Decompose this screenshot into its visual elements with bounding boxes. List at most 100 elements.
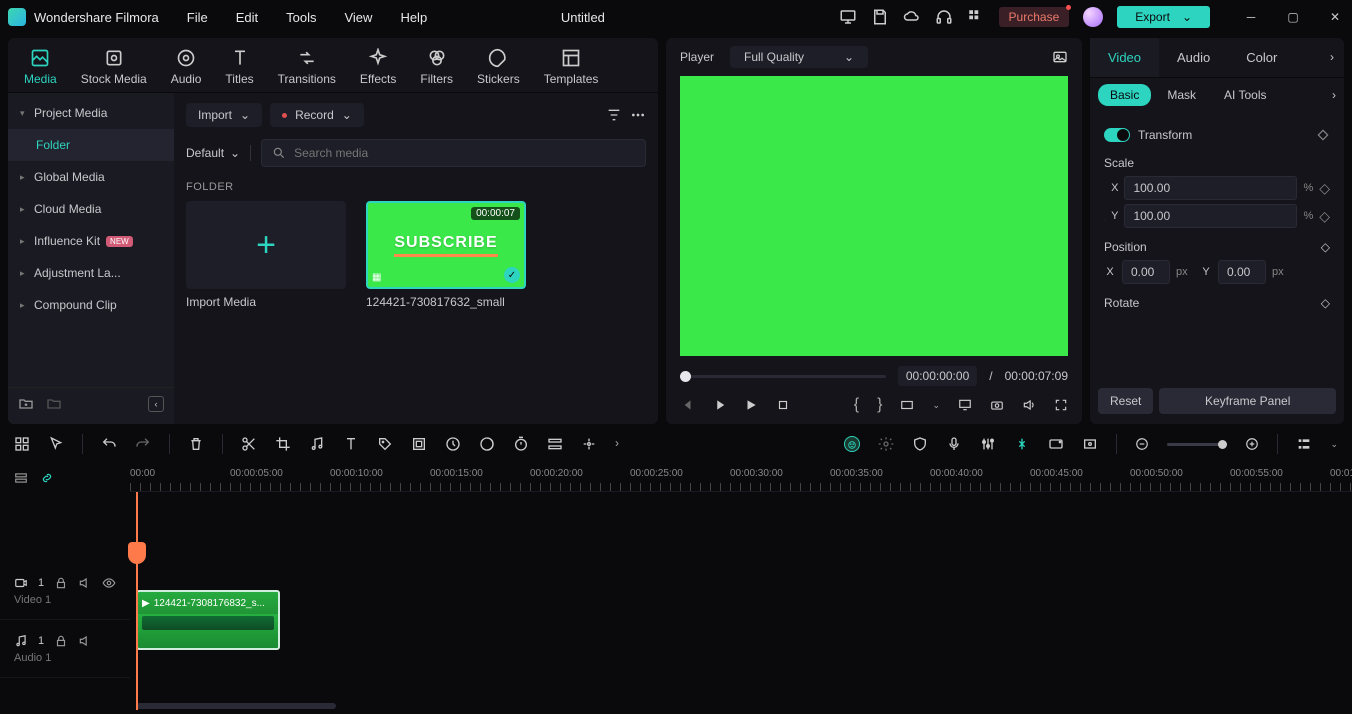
view-list-icon[interactable]	[1296, 436, 1312, 452]
crop-icon[interactable]	[275, 436, 291, 452]
transform-toggle[interactable]	[1104, 128, 1130, 142]
timeline-tracks[interactable]: ▶124421-7308176832_s...	[130, 492, 1352, 710]
keyframe-diamond-icon[interactable]: ◇	[1321, 240, 1330, 254]
nav-project-media[interactable]: ▾Project Media	[8, 97, 174, 129]
lock-icon[interactable]	[1104, 209, 1105, 223]
keyframe-diamond-icon[interactable]: ◇	[1321, 296, 1330, 310]
zoom-out-icon[interactable]	[1135, 437, 1149, 451]
export-button[interactable]: Export⌄	[1117, 6, 1210, 28]
nav-influence-kit[interactable]: ▸Influence KitNEW	[8, 225, 174, 257]
media-clip-thumbnail[interactable]: SUBSCRIBE 00:00:07 ▦ ✓	[366, 201, 526, 289]
shield-icon[interactable]	[912, 436, 928, 452]
tab-audio[interactable]: Audio	[159, 42, 214, 92]
display-icon[interactable]	[958, 398, 972, 412]
mixer-icon[interactable]	[980, 436, 996, 452]
menu-edit[interactable]: Edit	[236, 10, 258, 25]
lock-icon[interactable]	[54, 634, 68, 648]
keyframe-diamond-icon[interactable]: ◇	[1319, 208, 1330, 225]
video-preview[interactable]	[680, 76, 1068, 356]
menu-view[interactable]: View	[344, 10, 372, 25]
render-icon[interactable]	[1048, 436, 1064, 452]
subtab-basic[interactable]: Basic	[1098, 84, 1151, 106]
menu-tools[interactable]: Tools	[286, 10, 316, 25]
record-dropdown[interactable]: Record⌄	[270, 103, 364, 127]
marker-icon[interactable]	[1082, 436, 1098, 452]
scale-y-input[interactable]	[1124, 204, 1297, 228]
nav-global-media[interactable]: ▸Global Media	[8, 161, 174, 193]
apps-icon[interactable]	[967, 8, 985, 26]
scrollbar-thumb[interactable]	[136, 703, 336, 709]
collapse-sidebar-icon[interactable]: ‹	[148, 396, 164, 412]
add-folder-icon[interactable]	[18, 396, 34, 412]
prop-tab-more-icon[interactable]: ›	[1320, 38, 1344, 77]
scrub-slider[interactable]	[680, 375, 886, 378]
eye-icon[interactable]	[102, 576, 116, 590]
mute-icon[interactable]	[78, 576, 92, 590]
snapshot-icon[interactable]	[1052, 49, 1068, 65]
purchase-button[interactable]: Purchase	[999, 7, 1070, 27]
video-track-header[interactable]: 1 Video 1	[0, 562, 130, 620]
minimize-icon[interactable]: ─	[1242, 8, 1260, 26]
camera-icon[interactable]	[990, 398, 1004, 412]
tag-icon[interactable]	[377, 436, 393, 452]
cloud-icon[interactable]	[903, 8, 921, 26]
frame-icon[interactable]	[411, 436, 427, 452]
music-icon[interactable]	[309, 436, 325, 452]
mark-in-icon[interactable]: {	[854, 396, 859, 414]
tab-transitions[interactable]: Transitions	[266, 42, 348, 92]
new-bin-icon[interactable]	[46, 396, 62, 412]
split-icon[interactable]	[241, 436, 257, 452]
filter-icon[interactable]	[606, 107, 622, 123]
nav-cloud-media[interactable]: ▸Cloud Media	[8, 193, 174, 225]
tab-titles[interactable]: Titles	[213, 42, 265, 92]
headphones-icon[interactable]	[935, 8, 953, 26]
chevron-down-icon[interactable]: ⌄	[932, 400, 940, 411]
quality-dropdown[interactable]: Full Quality⌄	[730, 46, 868, 68]
save-icon[interactable]	[871, 8, 889, 26]
prop-tab-color[interactable]: Color	[1228, 38, 1295, 77]
timeline-ruler[interactable]: 00:00 00:00:05:00 00:00:10:00 00:00:15:0…	[130, 464, 1352, 492]
gear-icon[interactable]	[878, 436, 894, 452]
stop-icon[interactable]	[776, 398, 790, 412]
link-icon[interactable]	[40, 471, 54, 485]
subtab-more-icon[interactable]: ›	[1332, 88, 1336, 102]
play-forward-icon[interactable]	[712, 398, 726, 412]
tab-media[interactable]: Media	[12, 42, 69, 92]
redo-icon[interactable]	[135, 436, 151, 452]
pointer-icon[interactable]	[48, 436, 64, 452]
import-media-card[interactable]: +	[186, 201, 346, 289]
sort-dropdown[interactable]: Default⌄	[186, 146, 240, 160]
lock-icon[interactable]	[54, 576, 68, 590]
close-icon[interactable]: ✕	[1326, 8, 1344, 26]
subtab-aitools[interactable]: AI Tools	[1212, 84, 1278, 106]
text-icon[interactable]	[343, 436, 359, 452]
maximize-icon[interactable]: ▢	[1284, 8, 1302, 26]
link-icon[interactable]	[1104, 181, 1105, 195]
ratio-icon[interactable]	[900, 398, 914, 412]
import-dropdown[interactable]: Import⌄	[186, 103, 262, 127]
zoom-in-icon[interactable]	[1245, 437, 1259, 451]
tab-templates[interactable]: Templates	[532, 42, 611, 92]
reset-button[interactable]: Reset	[1098, 388, 1153, 414]
zoom-slider[interactable]	[1167, 443, 1227, 446]
tab-stickers[interactable]: Stickers	[465, 42, 532, 92]
undo-icon[interactable]	[101, 436, 117, 452]
mic-icon[interactable]	[946, 436, 962, 452]
scale-x-input[interactable]	[1124, 176, 1297, 200]
audio-track-header[interactable]: 1 Audio 1	[0, 620, 130, 678]
play-icon[interactable]	[744, 398, 758, 412]
more-icon[interactable]	[630, 107, 646, 123]
mark-out-icon[interactable]: }	[877, 396, 882, 414]
volume-icon[interactable]	[1022, 398, 1036, 412]
delete-icon[interactable]	[188, 436, 204, 452]
timeline-layers-icon[interactable]	[14, 471, 28, 485]
ai-face-icon[interactable]	[844, 436, 860, 452]
pos-y-input[interactable]	[1218, 260, 1266, 284]
color-icon[interactable]	[479, 436, 495, 452]
keyframe-icon[interactable]	[1316, 128, 1330, 142]
prop-tab-video[interactable]: Video	[1090, 38, 1159, 77]
timeline-scrollbar[interactable]	[130, 702, 1340, 710]
razor-icon[interactable]	[1014, 436, 1030, 452]
nav-adjustment-layer[interactable]: ▸Adjustment La...	[8, 257, 174, 289]
pos-x-input[interactable]	[1122, 260, 1170, 284]
